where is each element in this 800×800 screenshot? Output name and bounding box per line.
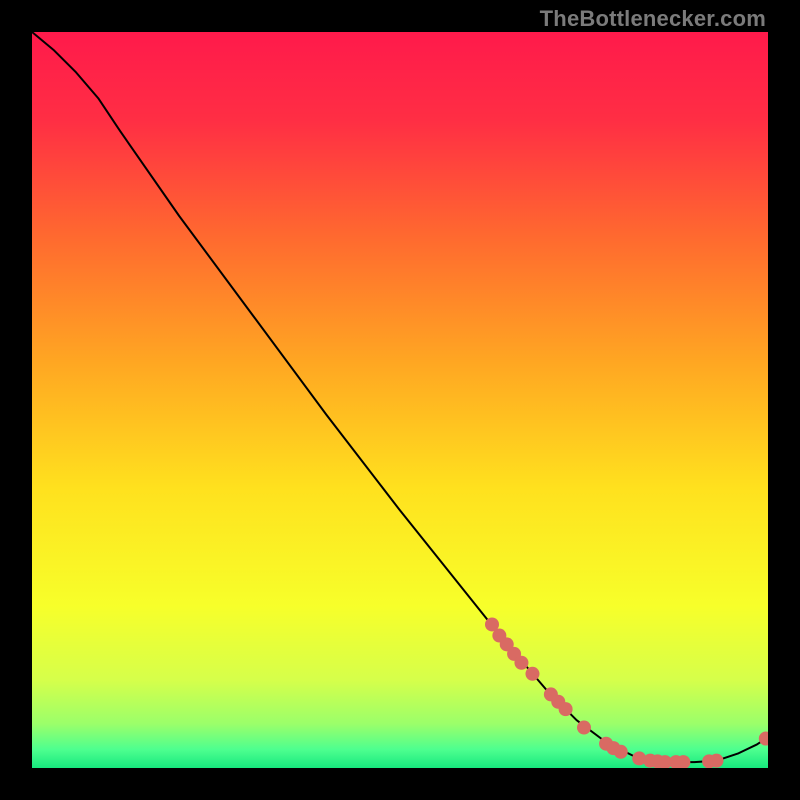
data-marker xyxy=(709,754,723,768)
chart-container: TheBottlenecker.com xyxy=(0,0,800,800)
data-marker xyxy=(559,702,573,716)
plot-area xyxy=(32,32,768,768)
data-marker xyxy=(525,667,539,681)
data-marker xyxy=(514,656,528,670)
gradient-background xyxy=(32,32,768,768)
data-marker xyxy=(577,721,591,735)
chart-svg xyxy=(32,32,768,768)
data-marker xyxy=(614,745,628,759)
watermark-text: TheBottlenecker.com xyxy=(540,6,766,32)
